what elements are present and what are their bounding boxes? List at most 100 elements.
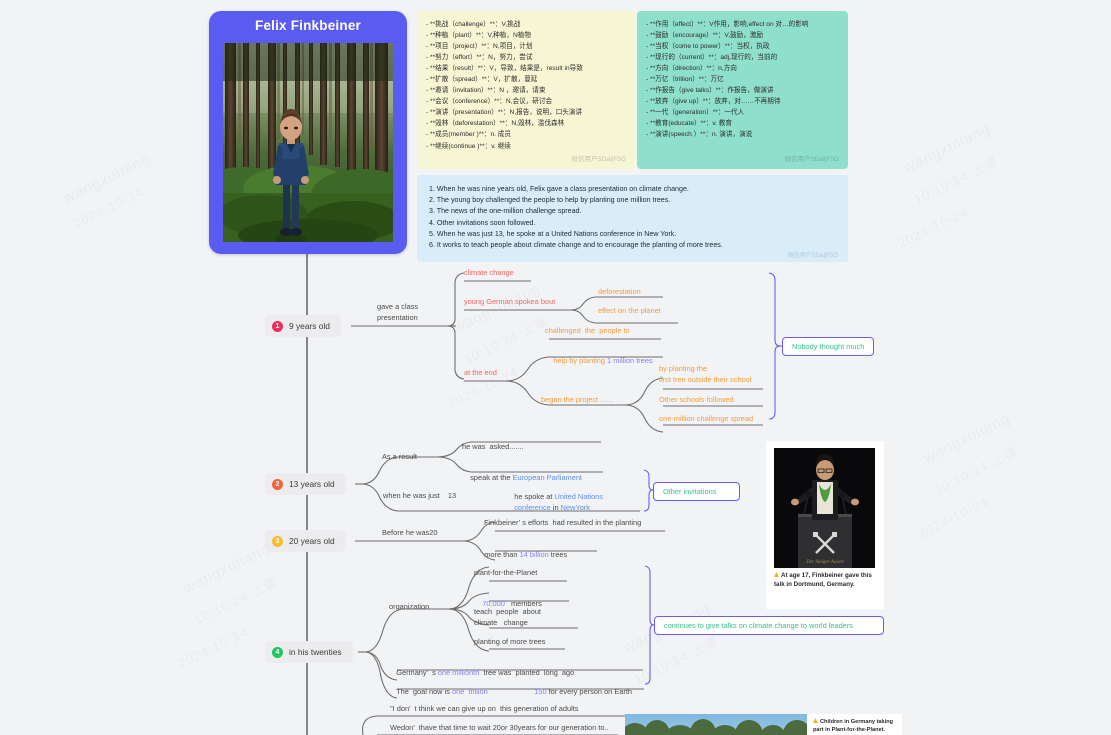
photo-card-talk: Der Steiger Award At age 17, Finkbeiner … [766,441,884,609]
quote-line-1: "I don’ t think we can give up on this g… [390,704,579,713]
branch2-when-he-was-just-13: when he was just 13 [383,491,457,500]
branch2-as-a-result: As a result [382,452,417,461]
vocab-line: - **作用（effect）**：V作用，影响,effect on 对…的影响 [646,21,809,28]
branch4-teach-people-climate-change: teach people about climate change [474,607,541,627]
branch4-plant-for-the-planet: plant-for-the-Planet [474,568,538,577]
summary-list-box: 1. When he was nine years old, Felix gav… [417,175,848,262]
mindmap-node-13-years-old[interactable]: 2 13 years old [265,473,346,495]
talk-photo: Der Steiger Award [774,448,875,568]
mindmap-canvas: wangxuliang 10:10:24 上课 2024-10-24 wangx… [0,0,1111,735]
talk-photo-caption: At age 17, Finkbeiner gave this talk in … [774,572,880,589]
branch4-goal-per-person: 150 for every person on Earth [526,676,632,708]
vocab-line: - **成员(member )**：n. 成员 [426,131,511,139]
vocab-line: - **扩散（spread）**：V，扩散，蔓延 [426,76,538,84]
vocab-watermark: 微信用户SDafjF5G [571,155,626,163]
branch1-result-box[interactable]: Nobody thought much [782,337,874,356]
svg-text:Der Steiger Award: Der Steiger Award [805,560,844,565]
vocab-line: - **方向（direction）**：n,方向 [646,65,737,73]
branch1-challenged-people: challenged the people to [545,326,630,335]
profile-photo [223,43,393,242]
talk-photo-illustration: Der Steiger Award [774,448,875,568]
node-label: 20 years old [289,536,335,546]
help-by-planting-number: 1 million trees [607,355,653,365]
profile-title: Felix Finkbeiner [255,18,361,33]
branch3-more-than-14-billion-trees: more than 14 billion trees [476,539,567,571]
summary-item: 2. The young boy challenged the people t… [429,196,671,205]
vocab-line: - **邀请（invitation）**：N ，邀请，请束 [426,87,546,95]
branch1-one-million-challenge-spread: one-million challenge spread [659,414,754,423]
branch1-help-by-planting: help by planting 1 million trees [545,345,653,377]
vocab-line: - **种植（plant）**：V,种植，N植物 [426,32,531,40]
profile-card: Felix Finkbeiner [209,11,407,254]
mindmap-node-in-his-twenties[interactable]: 4 in his twenties [265,641,353,663]
vocab-line: - **教育(educate）**：v. 教育 [646,120,732,128]
vocab-box-yellow: - **挑战（challenge）**：V,挑战 - **种植（plant）**… [417,11,635,169]
branch1-deforestation: deforestation [598,287,641,296]
mindmap-node-9-years-old[interactable]: 1 9 years old [265,315,341,337]
mindmap-node-20-years-old[interactable]: 3 20 years old [265,530,346,552]
node-label: 9 years old [289,321,330,331]
branch1-began-the-project: began the project ...... [541,395,613,404]
goal-number-150: 150 [534,686,547,696]
branch1-young-german-spoke-about: young German spokea bout [464,297,556,306]
trees-text: trees [548,549,568,559]
vocab-line: - **演讲（presentation）**：N,报告，说明，口头演讲 [426,109,583,117]
vocab-line: - **挑战（challenge）**：V,挑战 [426,21,521,28]
branch1-other-schools-followed: Other schools followed [659,395,734,404]
vocab-watermark: 微信用户SDafjF5G [784,155,839,163]
vocab-line: - **会议（conference）**：N,会议，研讨会 [426,98,553,106]
summary-item: 4. Other invitations soon followed. [429,218,536,227]
node-badge-4: 4 [272,646,283,658]
per-person-text: for every person on Earth [546,686,633,696]
kids-photo [625,714,807,735]
branch2-result-label: Other invitations [663,487,717,496]
quote-line-2: Wedon’ thave that time to wait 20or 30ye… [390,723,609,732]
help-by-planting-text: help by planting [553,355,608,365]
fourteen-billion-highlight: 14 billion [519,549,549,559]
vocab-line: - **演讲(speech ）**：n. 演讲，演说 [646,131,753,139]
summary-item: 3. The news of the one-million challenge… [429,207,582,216]
one-trillion-highlight: one trillion [451,686,488,696]
summary-item: 6. It works to teach people about climat… [429,241,723,250]
vocab-line: - **作报告（give talks）**：作报告，做演讲 [646,87,774,95]
branch4-result-label: continues to give talks on climate chang… [664,621,853,630]
node-label: 13 years old [289,479,335,489]
node-label: in his twenties [289,647,342,657]
branch1-stem-label: gave a class presentation [377,302,419,322]
vocab-line: - **鼓励（encourage）**：V,鼓励，激励 [646,32,764,40]
vocab-line: - **万亿（trillion）**：万亿 [646,76,724,84]
vocab-line: - **结果（result）**：V，导致，结果是，result in导致 [426,65,583,73]
talk-caption-text: At age 17, Finkbeiner gave this talk in … [774,572,872,588]
branch4-planting-of-more-trees: planting of more trees [474,637,546,646]
summary-watermark: 微信用户SDafjF5G [787,253,838,259]
forest-photo-illustration [223,43,393,242]
branch1-at-the-end: at the end [464,368,497,377]
node-badge-2: 2 [272,478,283,490]
vocab-line: - **当权（come to power）**：当权，执政 [646,43,770,51]
kids-photo-caption: Children in Germany taking part in Plant… [813,718,899,734]
conference-highlight: conference [514,502,551,512]
vocab-line: - **一代（generation）**：一代人 [646,109,745,117]
branch3-efforts-resulted-planting: Finkbeiner’ s efforts had resulted in th… [484,518,642,527]
branch2-result-box[interactable]: Other invitations [653,482,740,501]
branch1-result-label: Nobody thought much [792,342,865,351]
branch3-before-he-was-20: Before he was20 [382,528,438,537]
caption-marker-icon [774,572,779,577]
vocab-line: - **努力（effort）**：N，努力，尝试 [426,54,533,62]
goal-text: The goal now is [396,686,452,696]
vocab-line: - **放弃（give up）**：放弃，对……不再期待 [646,98,781,106]
branch1-effect-on-planet: effect on the planet [598,306,661,315]
branch1-by-planting-first-tree: by planting the first tree outside their… [659,364,752,384]
vocab-line: - **毁林（deforestation）**：N,毁林，滥伐森林 [426,120,565,128]
summary-item: 5. When he was just 13, he spoke at a Un… [429,229,677,238]
photo-card-kids: Children in Germany taking part in Plant… [625,714,902,735]
branch4-organization: organization [389,602,430,611]
branch4-result-box[interactable]: continues to give talks on climate chang… [654,616,884,635]
node-badge-1: 1 [272,320,283,332]
vocab-line: - **现行的（current）**：adj,现行的，当前的 [646,54,778,62]
vocab-line: - **继续(continue )**：v. 继续 [426,142,511,150]
kids-photo-illustration [625,714,807,735]
in-text: in [550,502,561,512]
branch2-he-was-asked: he was asked....... [462,442,524,451]
caption-marker-icon [813,718,818,723]
